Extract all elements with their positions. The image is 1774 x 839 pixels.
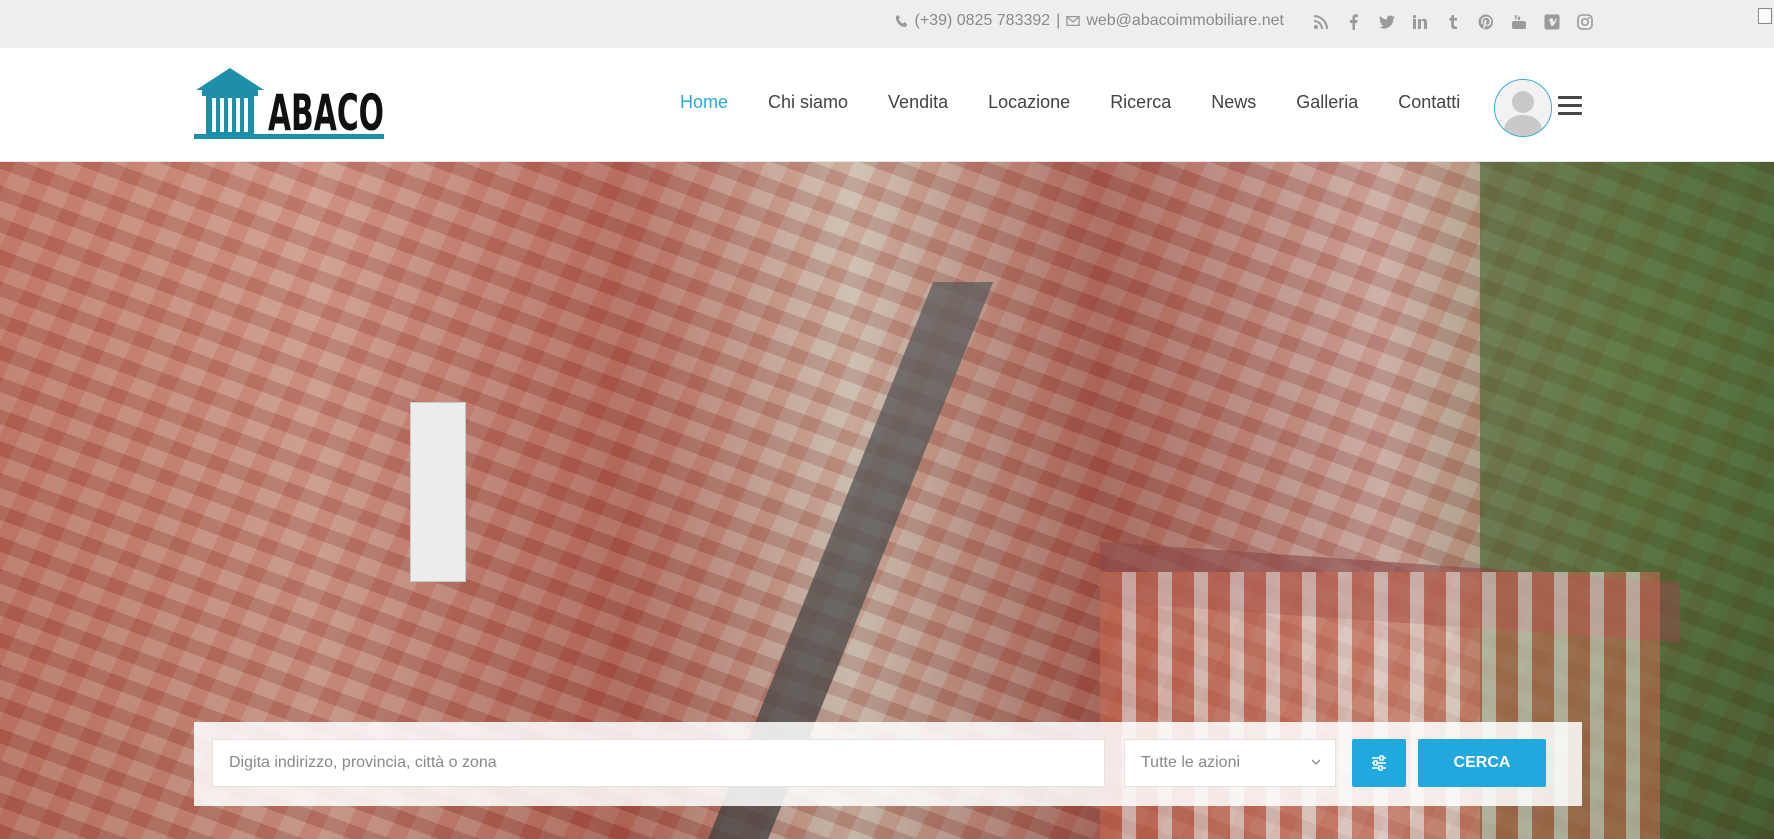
instagram-icon[interactable] bbox=[1574, 12, 1596, 32]
site-logo[interactable]: ABACO bbox=[192, 64, 387, 144]
nav-galleria[interactable]: Galleria bbox=[1276, 92, 1378, 113]
rss-icon[interactable] bbox=[1310, 12, 1332, 32]
nav-locazione[interactable]: Locazione bbox=[968, 92, 1090, 113]
site-header: ABACO Home Chi siamo Vendita Locazione R… bbox=[0, 48, 1774, 162]
chevron-down-icon bbox=[1311, 759, 1321, 765]
nav-chi-siamo[interactable]: Chi siamo bbox=[748, 92, 868, 113]
facebook-icon[interactable] bbox=[1343, 12, 1365, 32]
email-link[interactable]: web@abacoimmobiliare.net bbox=[1086, 12, 1284, 30]
abaco-logo-icon: ABACO bbox=[194, 68, 384, 142]
search-button[interactable]: CERCA bbox=[1418, 739, 1546, 787]
menu-icon[interactable] bbox=[1558, 96, 1582, 118]
contact-separator: | bbox=[1056, 12, 1061, 29]
logo-text: ABACO bbox=[268, 84, 384, 142]
twitter-icon[interactable] bbox=[1376, 12, 1398, 32]
nav-news[interactable]: News bbox=[1191, 92, 1276, 113]
contact-info: (+39) 0825 783392 | web@abacoimmobiliare… bbox=[895, 12, 1284, 30]
search-input[interactable] bbox=[212, 739, 1105, 787]
tumblr-icon[interactable] bbox=[1442, 12, 1464, 32]
action-select-value: Tutte le azioni bbox=[1141, 754, 1241, 771]
pinterest-icon[interactable] bbox=[1475, 12, 1497, 32]
phone-icon bbox=[895, 14, 907, 28]
nav-vendita[interactable]: Vendita bbox=[868, 92, 968, 113]
social-links bbox=[1310, 12, 1596, 32]
linkedin-icon[interactable] bbox=[1409, 12, 1431, 32]
search-panel: Tutte le azioni CERCA bbox=[194, 722, 1582, 806]
youtube-icon[interactable] bbox=[1508, 12, 1530, 32]
main-nav: Home Chi siamo Vendita Locazione Ricerca… bbox=[660, 92, 1480, 113]
nav-home[interactable]: Home bbox=[660, 92, 748, 113]
nav-contatti[interactable]: Contatti bbox=[1378, 92, 1480, 113]
action-select[interactable]: Tutte le azioni bbox=[1124, 739, 1336, 787]
envelope-icon bbox=[1066, 15, 1081, 27]
user-avatar[interactable] bbox=[1494, 79, 1552, 137]
phone-number[interactable]: (+39) 0825 783392 bbox=[915, 12, 1051, 30]
user-icon bbox=[1495, 80, 1551, 136]
filter-button[interactable] bbox=[1352, 739, 1406, 787]
broken-image-icon bbox=[1758, 8, 1772, 24]
nav-ricerca[interactable]: Ricerca bbox=[1090, 92, 1191, 113]
top-bar: (+39) 0825 783392 | web@abacoimmobiliare… bbox=[0, 0, 1774, 48]
sliders-icon bbox=[1372, 755, 1386, 771]
vimeo-icon[interactable] bbox=[1541, 12, 1563, 32]
